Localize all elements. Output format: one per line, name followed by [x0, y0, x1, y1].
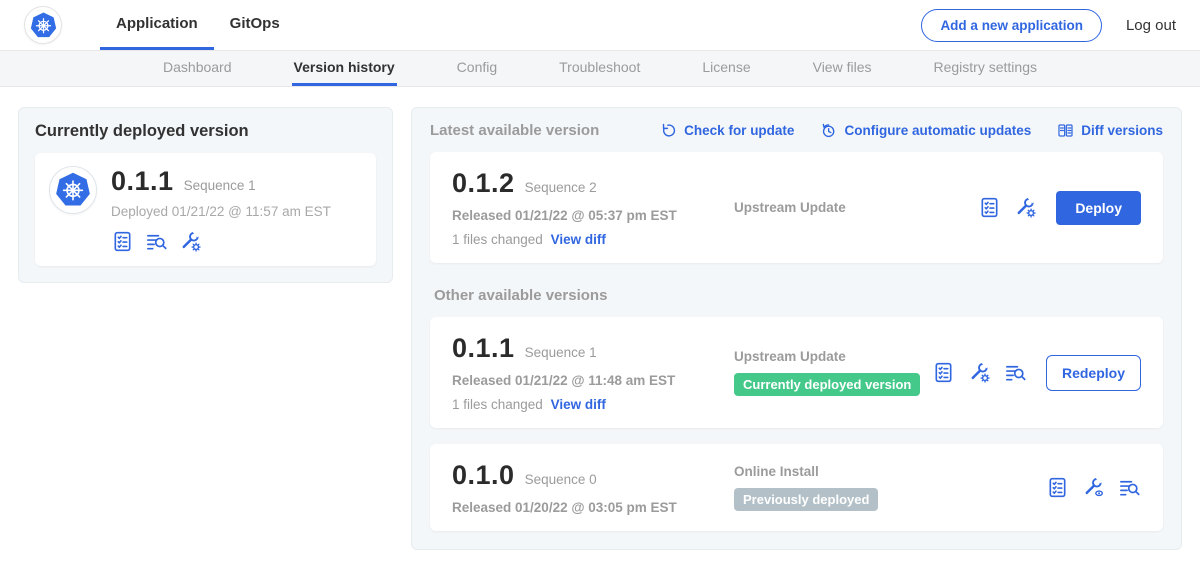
- version-number: 0.1.1: [452, 333, 515, 364]
- currently-deployed-title: Currently deployed version: [35, 122, 376, 141]
- refresh-icon: [660, 122, 677, 139]
- subnav-tab-dashboard[interactable]: Dashboard: [161, 51, 234, 86]
- version-number: 0.1.2: [452, 168, 515, 199]
- currently-deployed-card: Currently deployed version 0.1.1 Sequenc…: [18, 107, 393, 283]
- deploy-button[interactable]: Deploy: [1056, 191, 1141, 225]
- preflight-checks-icon[interactable]: [111, 230, 134, 253]
- redeploy-button[interactable]: Redeploy: [1046, 355, 1141, 391]
- sequence-label: Sequence 1: [525, 345, 597, 360]
- config-view-icon[interactable]: [1082, 476, 1105, 499]
- available-versions-panel: Latest available version Check for updat…: [411, 107, 1182, 550]
- tab-application[interactable]: Application: [100, 0, 214, 50]
- sequence-label: Sequence 0: [525, 472, 597, 487]
- files-changed-label: 1 files changed: [452, 397, 543, 412]
- preflight-checks-icon[interactable]: [978, 196, 1001, 219]
- tab-gitops[interactable]: GitOps: [214, 0, 296, 50]
- other-available-title: Other available versions: [434, 287, 1163, 304]
- config-icon[interactable]: [968, 361, 991, 384]
- diff-versions-link[interactable]: Diff versions: [1057, 122, 1163, 139]
- diff-icon: [1057, 122, 1074, 139]
- check-for-update-link[interactable]: Check for update: [660, 122, 794, 139]
- app-tabs: Application GitOps: [100, 0, 296, 50]
- released-timestamp: Released 01/20/22 @ 03:05 pm EST: [452, 500, 734, 515]
- subnav-tab-view-files[interactable]: View files: [811, 51, 874, 86]
- deployed-timestamp: Deployed 01/21/22 @ 11:57 am EST: [111, 204, 331, 219]
- subnav-tab-version-history[interactable]: Version history: [292, 51, 397, 86]
- add-new-application-button[interactable]: Add a new application: [921, 9, 1102, 42]
- preflight-checks-icon[interactable]: [1046, 476, 1069, 499]
- config-icon[interactable]: [179, 230, 202, 253]
- subnav-tab-registry-settings[interactable]: Registry settings: [932, 51, 1039, 86]
- subnav-tab-license[interactable]: License: [700, 51, 752, 86]
- diff-versions-label: Diff versions: [1081, 123, 1163, 138]
- schedule-icon: [820, 122, 837, 139]
- kubernetes-logo-icon: [24, 6, 62, 44]
- released-timestamp: Released 01/21/22 @ 11:48 am EST: [452, 373, 734, 388]
- previously-deployed-badge: Previously deployed: [734, 488, 878, 511]
- files-changed-label: 1 files changed: [452, 232, 543, 247]
- version-row-0-1-0: 0.1.0 Sequence 0 Released 01/20/22 @ 03:…: [430, 444, 1163, 531]
- logout-button[interactable]: Log out: [1126, 17, 1176, 34]
- version-source-label: Online Install: [734, 464, 819, 479]
- preflight-checks-icon[interactable]: [932, 361, 955, 384]
- released-timestamp: Released 01/21/22 @ 05:37 pm EST: [452, 208, 734, 223]
- version-source-label: Upstream Update: [734, 349, 846, 364]
- deployed-sequence-label: Sequence 1: [184, 178, 256, 193]
- deployed-version-card: 0.1.1 Sequence 1 Deployed 01/21/22 @ 11:…: [35, 153, 376, 266]
- sequence-label: Sequence 2: [525, 180, 597, 195]
- configure-automatic-updates-link[interactable]: Configure automatic updates: [820, 122, 1031, 139]
- version-row-0-1-1: 0.1.1 Sequence 1 Released 01/21/22 @ 11:…: [430, 317, 1163, 428]
- check-for-update-label: Check for update: [684, 123, 794, 138]
- app-subnav: Dashboard Version history Config Trouble…: [0, 50, 1200, 87]
- config-icon[interactable]: [1014, 196, 1037, 219]
- subnav-tab-config[interactable]: Config: [455, 51, 499, 86]
- view-diff-link[interactable]: View diff: [551, 232, 606, 247]
- deployed-version-number: 0.1.1: [111, 166, 174, 197]
- deploy-logs-icon[interactable]: [145, 230, 168, 253]
- subnav-tab-troubleshoot[interactable]: Troubleshoot: [557, 51, 642, 86]
- version-source-label: Upstream Update: [734, 200, 846, 215]
- latest-available-title: Latest available version: [430, 122, 599, 139]
- configure-automatic-updates-label: Configure automatic updates: [844, 123, 1031, 138]
- view-diff-link[interactable]: View diff: [551, 397, 606, 412]
- version-number: 0.1.0: [452, 460, 515, 491]
- currently-deployed-badge: Currently deployed version: [734, 373, 920, 396]
- deploy-logs-icon[interactable]: [1004, 361, 1027, 384]
- deploy-logs-icon[interactable]: [1118, 476, 1141, 499]
- version-row-0-1-2: 0.1.2 Sequence 2 Released 01/21/22 @ 05:…: [430, 152, 1163, 263]
- brand: [24, 0, 62, 50]
- app-kubernetes-logo-icon: [49, 166, 97, 214]
- app-header: Application GitOps Add a new application…: [0, 0, 1200, 50]
